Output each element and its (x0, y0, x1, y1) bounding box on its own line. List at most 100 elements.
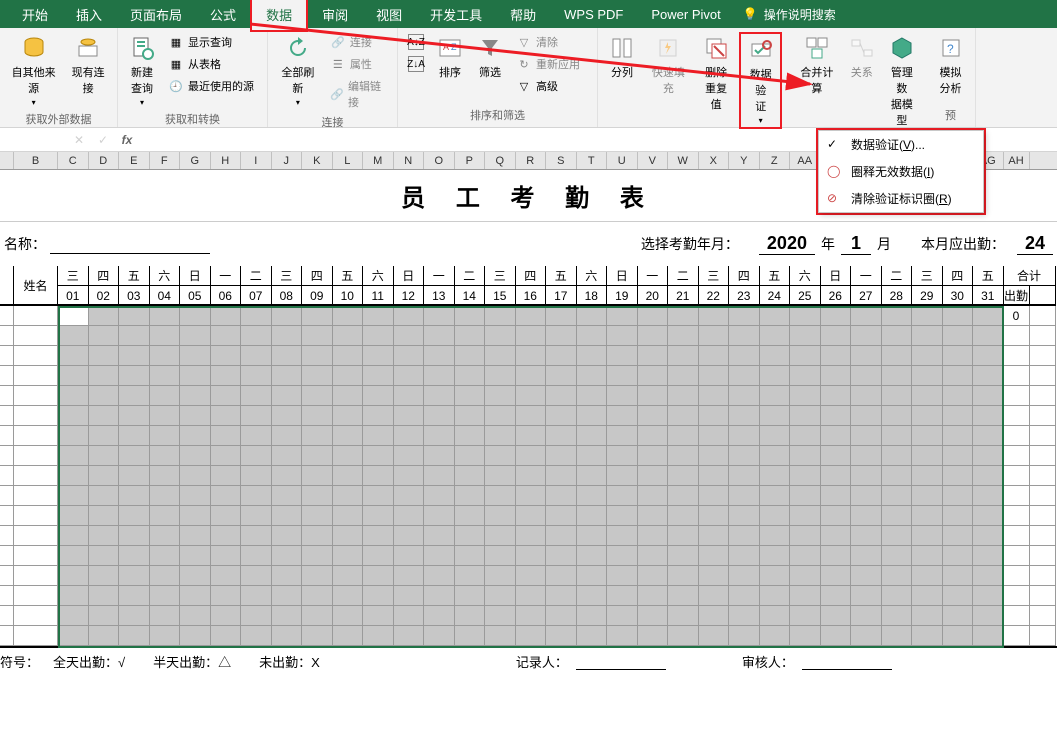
out-cell[interactable] (1004, 586, 1030, 606)
attendance-cell[interactable] (973, 406, 1004, 426)
attendance-cell[interactable] (241, 306, 272, 326)
attendance-cell[interactable] (943, 606, 974, 626)
attendance-cell[interactable] (943, 526, 974, 546)
attendance-cell[interactable] (302, 566, 333, 586)
name-cell[interactable] (14, 586, 58, 606)
attendance-cell[interactable] (943, 346, 974, 366)
attendance-cell[interactable] (882, 446, 913, 466)
attendance-cell[interactable] (241, 406, 272, 426)
attendance-cell[interactable] (760, 626, 791, 646)
attendance-cell[interactable] (973, 306, 1004, 326)
attendance-cell[interactable] (119, 346, 150, 366)
attendance-cell[interactable] (272, 626, 303, 646)
attendance-cell[interactable] (516, 586, 547, 606)
attendance-cell[interactable] (699, 626, 730, 646)
attendance-cell[interactable] (424, 466, 455, 486)
attendance-cell[interactable] (333, 306, 364, 326)
seq-cell[interactable] (0, 346, 14, 366)
attendance-cell[interactable] (272, 546, 303, 566)
attendance-cell[interactable] (912, 546, 943, 566)
col-header[interactable]: F (150, 152, 181, 169)
attendance-cell[interactable] (577, 366, 608, 386)
attendance-cell[interactable] (546, 306, 577, 326)
attendance-cell[interactable] (150, 606, 181, 626)
attendance-cell[interactable] (851, 386, 882, 406)
attendance-cell[interactable] (424, 546, 455, 566)
attendance-cell[interactable] (668, 406, 699, 426)
attendance-cell[interactable] (58, 566, 89, 586)
attendance-cell[interactable] (607, 526, 638, 546)
attendance-cell[interactable] (241, 626, 272, 646)
attendance-cell[interactable] (180, 506, 211, 526)
attendance-cell[interactable] (973, 366, 1004, 386)
attendance-cell[interactable] (729, 426, 760, 446)
absent-cell[interactable] (1030, 526, 1056, 546)
menu-circle-invalid[interactable]: ◯ 圈释无效数据(I) (819, 158, 983, 185)
attendance-cell[interactable] (241, 546, 272, 566)
attendance-cell[interactable] (546, 606, 577, 626)
col-header[interactable]: C (58, 152, 89, 169)
attendance-cell[interactable] (394, 526, 425, 546)
attendance-cell[interactable] (119, 486, 150, 506)
attendance-cell[interactable] (333, 346, 364, 366)
name-cell[interactable] (14, 366, 58, 386)
show-queries-button[interactable]: ▦显示查询 (164, 32, 258, 52)
attendance-cell[interactable] (241, 586, 272, 606)
attendance-cell[interactable] (760, 566, 791, 586)
attendance-cell[interactable] (58, 306, 89, 326)
attendance-cell[interactable] (668, 446, 699, 466)
out-cell[interactable] (1004, 546, 1030, 566)
attendance-cell[interactable] (302, 526, 333, 546)
attendance-cell[interactable] (302, 366, 333, 386)
attendance-cell[interactable] (638, 306, 669, 326)
name-cell[interactable] (14, 446, 58, 466)
col-header[interactable]: S (546, 152, 577, 169)
absent-cell[interactable] (1030, 606, 1056, 626)
attendance-cell[interactable] (363, 466, 394, 486)
out-cell[interactable] (1004, 446, 1030, 466)
attendance-cell[interactable] (150, 306, 181, 326)
attendance-cell[interactable] (882, 306, 913, 326)
attendance-cell[interactable] (58, 446, 89, 466)
attendance-cell[interactable] (668, 526, 699, 546)
attendance-cell[interactable] (790, 626, 821, 646)
attendance-cell[interactable] (882, 406, 913, 426)
attendance-cell[interactable] (58, 406, 89, 426)
attendance-cell[interactable] (607, 366, 638, 386)
attendance-cell[interactable] (455, 546, 486, 566)
attendance-cell[interactable] (241, 446, 272, 466)
attendance-cell[interactable] (607, 546, 638, 566)
attendance-cell[interactable] (89, 306, 120, 326)
attendance-cell[interactable] (546, 586, 577, 606)
attendance-cell[interactable] (58, 386, 89, 406)
attendance-cell[interactable] (302, 546, 333, 566)
attendance-cell[interactable] (638, 526, 669, 546)
attendance-cell[interactable] (272, 526, 303, 546)
attendance-cell[interactable] (150, 446, 181, 466)
attendance-cell[interactable] (546, 426, 577, 446)
seq-cell[interactable] (0, 486, 14, 506)
attendance-cell[interactable] (821, 426, 852, 446)
attendance-cell[interactable] (302, 446, 333, 466)
attendance-cell[interactable] (638, 466, 669, 486)
attendance-cell[interactable] (485, 406, 516, 426)
col-header[interactable]: E (119, 152, 150, 169)
attendance-cell[interactable] (577, 386, 608, 406)
attendance-cell[interactable] (333, 486, 364, 506)
attendance-cell[interactable] (363, 366, 394, 386)
out-cell[interactable] (1004, 466, 1030, 486)
whatif-button[interactable]: ? 模拟分析 (932, 32, 969, 98)
attendance-cell[interactable] (211, 386, 242, 406)
attendance-cell[interactable] (790, 406, 821, 426)
attendance-cell[interactable] (58, 326, 89, 346)
attendance-cell[interactable] (516, 466, 547, 486)
attendance-cell[interactable] (821, 626, 852, 646)
attendance-cell[interactable] (546, 546, 577, 566)
attendance-cell[interactable] (333, 366, 364, 386)
attendance-cell[interactable] (272, 586, 303, 606)
attendance-cell[interactable] (333, 446, 364, 466)
attendance-cell[interactable] (607, 426, 638, 446)
absent-cell[interactable] (1030, 366, 1056, 386)
attendance-cell[interactable] (638, 406, 669, 426)
attendance-cell[interactable] (180, 406, 211, 426)
